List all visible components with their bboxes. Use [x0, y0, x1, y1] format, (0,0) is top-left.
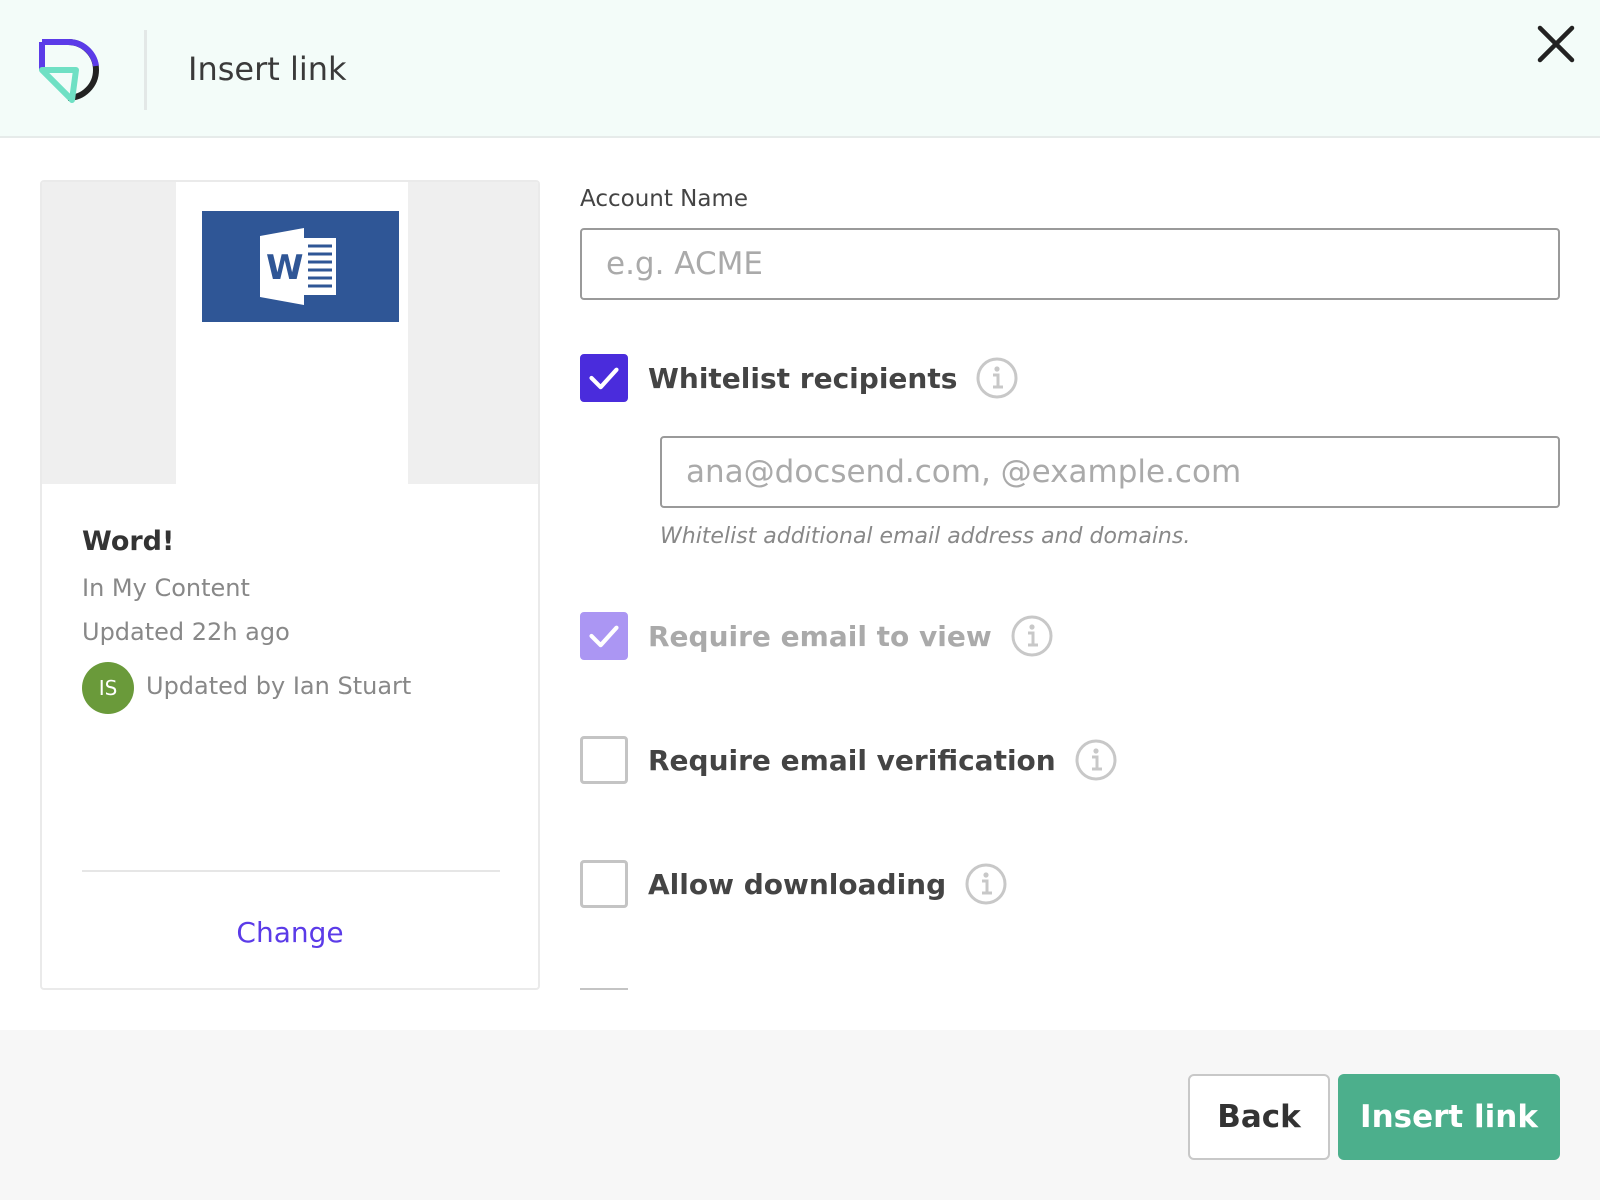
info-icon[interactable]: [1010, 614, 1054, 658]
option-allow-downloading: Allow downloading: [580, 860, 1008, 908]
require-email-to-view-label: Require email to view: [648, 619, 992, 653]
file-thumbnail: W: [42, 182, 538, 484]
updated-by-text: Updated by Ian Stuart: [146, 672, 412, 700]
allow-downloading-label: Allow downloading: [648, 867, 947, 901]
allow-downloading-checkbox[interactable]: [580, 860, 628, 908]
checkmark-icon: [589, 367, 619, 390]
file-name: Word!: [82, 526, 175, 557]
dialog-footer: Back Insert link: [0, 1030, 1600, 1200]
file-card: W Word! In My Content Updated 22h ago IS…: [40, 180, 540, 990]
whitelist-hint: Whitelist additional email address and d…: [660, 524, 1191, 549]
card-divider: [82, 870, 500, 872]
file-updated-time: Updated 22h ago: [82, 618, 290, 646]
close-icon[interactable]: [1534, 22, 1578, 66]
whitelist-recipients-checkbox[interactable]: [580, 354, 628, 402]
dialog-header: Insert link: [0, 0, 1600, 138]
dialog-title: Insert link: [188, 50, 347, 88]
checkmark-icon: [589, 625, 619, 648]
header-divider: [144, 30, 147, 110]
info-icon[interactable]: [1074, 738, 1118, 782]
option-require-email-to-view: Require email to view: [580, 612, 1054, 660]
avatar: IS: [82, 662, 134, 714]
word-document-icon: W: [202, 211, 399, 322]
change-file-link[interactable]: Change: [42, 916, 538, 949]
option-require-email-verification: Require email verification: [580, 736, 1118, 784]
svg-text:W: W: [266, 248, 304, 288]
link-settings-form: Account Name Whitelist recipients Whitel…: [580, 180, 1560, 990]
info-icon[interactable]: [975, 356, 1019, 400]
next-option-checkbox-partial[interactable]: [580, 988, 628, 990]
require-email-to-view-checkbox[interactable]: [580, 612, 628, 660]
back-button[interactable]: Back: [1188, 1074, 1330, 1160]
option-whitelist-recipients: Whitelist recipients: [580, 354, 1019, 402]
whitelist-recipients-label: Whitelist recipients: [648, 361, 958, 395]
account-name-label: Account Name: [580, 186, 749, 212]
whitelist-emails-input[interactable]: [660, 436, 1560, 508]
file-location: In My Content: [82, 574, 250, 602]
require-email-verification-label: Require email verification: [648, 743, 1056, 777]
info-icon[interactable]: [964, 862, 1008, 906]
insert-link-button[interactable]: Insert link: [1338, 1074, 1560, 1160]
docsend-logo-icon: [39, 38, 99, 103]
account-name-input[interactable]: [580, 228, 1560, 300]
require-email-verification-checkbox[interactable]: [580, 736, 628, 784]
